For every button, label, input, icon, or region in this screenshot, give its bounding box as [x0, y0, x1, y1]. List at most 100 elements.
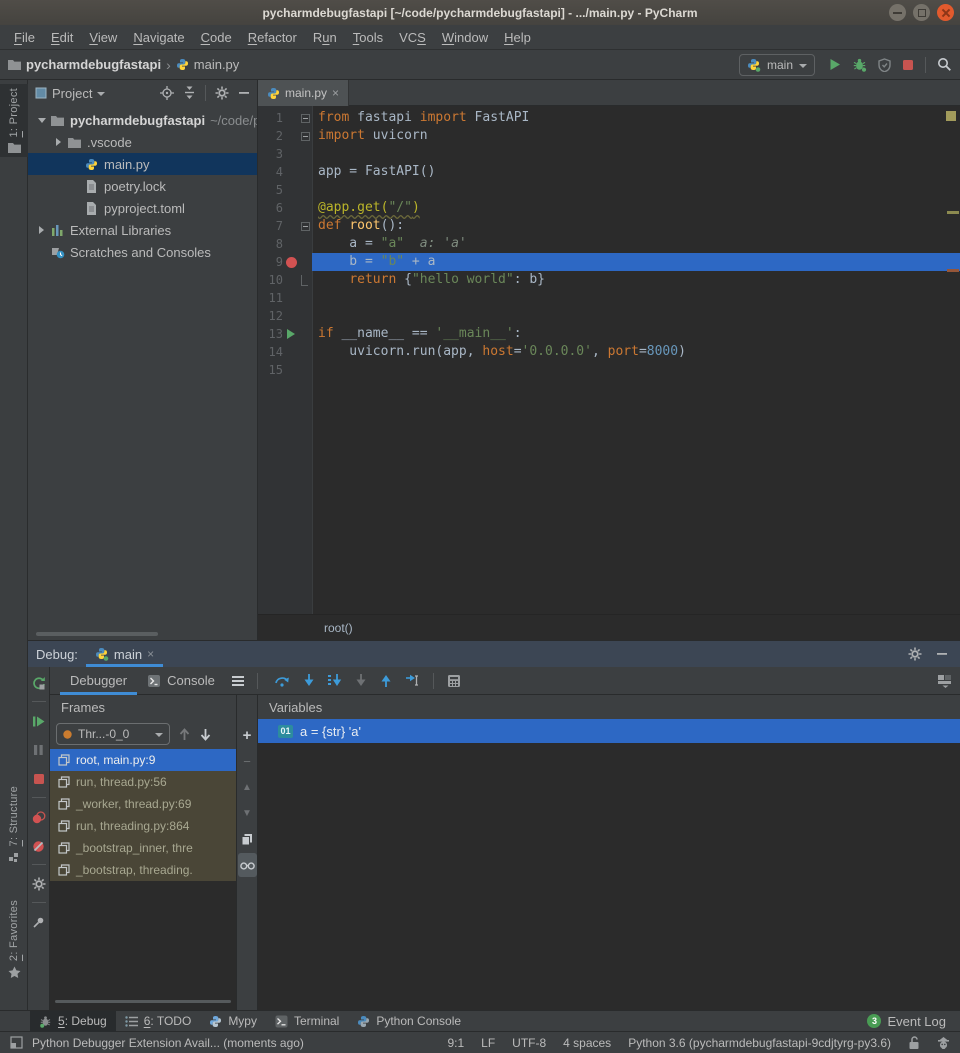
editor-gutter[interactable]: 13 — [258, 325, 312, 343]
hide-panel-button[interactable] — [238, 87, 250, 99]
editor-gutter[interactable]: 6 — [258, 199, 312, 217]
code-line-13[interactable]: 13if __name__ == '__main__': — [258, 325, 960, 343]
menu-item-vcs[interactable]: VCS — [391, 30, 434, 45]
menu-item-code[interactable]: Code — [193, 30, 240, 45]
tab-close-icon[interactable]: × — [147, 647, 154, 661]
tree-item-pycharmdebugfastapi[interactable]: pycharmdebugfastapi~/code/pycharmdebugfa… — [28, 109, 257, 131]
tree-item-external-libraries[interactable]: External Libraries — [28, 219, 257, 241]
code-line-9[interactable]: 9 b = "b" + a — [258, 253, 960, 271]
step-over-button[interactable] — [274, 674, 290, 687]
pin-tab-button[interactable] — [28, 911, 50, 933]
run-line-icon[interactable] — [287, 329, 295, 339]
remove-watch-button[interactable]: − — [238, 749, 257, 773]
debug-session-tab[interactable]: main × — [86, 641, 163, 667]
stripe-button-1-project[interactable]: 1: Project — [0, 84, 28, 157]
file-encoding[interactable]: UTF-8 — [512, 1036, 546, 1050]
line-separator[interactable]: LF — [481, 1036, 495, 1050]
code-line-14[interactable]: 14 uvicorn.run(app, host='0.0.0.0', port… — [258, 343, 960, 361]
code-line-3[interactable]: 3 — [258, 145, 960, 163]
previous-frame-button[interactable] — [178, 728, 191, 741]
code-line-1[interactable]: 1from fastapi import FastAPI — [258, 109, 960, 127]
inspections-profile-icon[interactable] — [937, 1036, 950, 1050]
tool-window-button-6-todo[interactable]: 6: TODO — [116, 1011, 201, 1032]
editor-gutter[interactable]: 15 — [258, 361, 312, 379]
variable-row[interactable]: 01a = {str} 'a' — [258, 719, 960, 743]
breadcrumb-file[interactable]: main.py — [194, 57, 240, 72]
frame-row-run-thread-py-56[interactable]: run, thread.py:56 — [50, 771, 236, 793]
editor-gutter[interactable]: 4 — [258, 163, 312, 181]
editor-gutter[interactable]: 2 — [258, 127, 312, 145]
scrollbar-typo-mark[interactable] — [947, 211, 959, 214]
run-to-cursor-button[interactable] — [405, 674, 420, 687]
debug-settings-button[interactable] — [28, 873, 50, 895]
tree-toggle-icon[interactable] — [34, 118, 49, 123]
tree-item-scratches-and-consoles[interactable]: Scratches and Consoles — [28, 241, 257, 263]
stop-button[interactable] — [28, 768, 50, 790]
code-line-10[interactable]: 10 return {"hello world": b} — [258, 271, 960, 289]
toggle-tool-windows-icon[interactable] — [10, 1036, 23, 1049]
indent-style[interactable]: 4 spaces — [563, 1036, 611, 1050]
code-line-6[interactable]: 6@app.get("/") — [258, 199, 960, 217]
move-watch-up-button[interactable]: ▲ — [238, 775, 257, 799]
menu-item-tools[interactable]: Tools — [345, 30, 391, 45]
rerun-button[interactable] — [28, 672, 50, 694]
frame-row-worker-thread-py-69[interactable]: _worker, thread.py:69 — [50, 793, 236, 815]
mute-breakpoints-button[interactable] — [28, 835, 50, 857]
menu-item-edit[interactable]: Edit — [43, 30, 81, 45]
evaluate-expression-button[interactable] — [447, 674, 461, 688]
code-line-12[interactable]: 12 — [258, 307, 960, 325]
frame-row-bootstrap-threading[interactable]: _bootstrap, threading. — [50, 859, 236, 881]
duplicate-watch-button[interactable] — [238, 827, 257, 851]
hide-panel-button[interactable] — [936, 648, 948, 660]
menu-item-view[interactable]: View — [81, 30, 125, 45]
pause-button[interactable] — [28, 739, 50, 761]
project-horizontal-scrollbar[interactable] — [28, 628, 257, 640]
scrollbar-breakpoint-mark[interactable] — [947, 269, 959, 272]
frame-row-run-threading-py-864[interactable]: run, threading.py:864 — [50, 815, 236, 837]
tool-window-button-python-console[interactable]: Python Console — [348, 1011, 470, 1032]
tree-item-main-py[interactable]: main.py — [28, 153, 257, 175]
stripe-button-7-structure[interactable]: 7: Structure — [0, 782, 28, 867]
code-line-4[interactable]: 4app = FastAPI() — [258, 163, 960, 181]
chevron-down-icon[interactable] — [97, 92, 105, 96]
menu-item-file[interactable]: File — [6, 30, 43, 45]
frame-row-bootstrap-inner-thre[interactable]: _bootstrap_inner, thre — [50, 837, 236, 859]
next-frame-button[interactable] — [199, 728, 212, 741]
menu-item-run[interactable]: Run — [305, 30, 345, 45]
breadcrumb-project[interactable]: pycharmdebugfastapi — [26, 57, 161, 72]
add-watch-button[interactable]: + — [238, 723, 257, 747]
editor-breadcrumb-item[interactable]: root() — [324, 621, 353, 635]
caret-position[interactable]: 9:1 — [447, 1036, 464, 1050]
step-into-button[interactable] — [303, 674, 315, 687]
gear-icon[interactable] — [215, 86, 229, 100]
editor-gutter[interactable]: 8 — [258, 235, 312, 253]
stop-button[interactable] — [902, 59, 914, 71]
tree-item-vscode[interactable]: .vscode — [28, 131, 257, 153]
inspection-status-icon[interactable] — [946, 111, 956, 121]
project-panel-title[interactable]: Project — [52, 86, 92, 101]
run-with-coverage-button[interactable] — [878, 58, 891, 72]
status-message[interactable]: Python Debugger Extension Avail... (mome… — [32, 1036, 304, 1050]
editor-gutter[interactable]: 7 — [258, 217, 312, 235]
editor-gutter[interactable]: 9 — [258, 253, 312, 271]
close-button[interactable] — [937, 4, 954, 21]
collapse-all-button[interactable] — [183, 86, 196, 100]
show-watches-button[interactable] — [238, 853, 257, 877]
code-line-11[interactable]: 11 — [258, 289, 960, 307]
tree-toggle-icon[interactable] — [51, 138, 66, 146]
code-line-8[interactable]: 8 a = "a" a: 'a' — [258, 235, 960, 253]
tool-window-button-terminal[interactable]: Terminal — [266, 1011, 348, 1032]
editor-gutter[interactable]: 10 — [258, 271, 312, 289]
breakpoint-icon[interactable] — [286, 257, 297, 268]
tree-item-pyproject-toml[interactable]: pyproject.toml — [28, 197, 257, 219]
force-step-into-button[interactable] — [355, 674, 367, 687]
tab-debugger[interactable]: Debugger — [66, 667, 131, 695]
tool-window-button-5-debug[interactable]: 5: Debug — [30, 1011, 116, 1032]
code-line-15[interactable]: 15 — [258, 361, 960, 379]
gear-icon[interactable] — [908, 647, 922, 661]
maximize-button[interactable] — [913, 4, 930, 21]
editor-gutter[interactable]: 1 — [258, 109, 312, 127]
code-editor[interactable]: 1from fastapi import FastAPI2import uvic… — [258, 106, 960, 614]
tab-main-py[interactable]: main.py × — [258, 80, 349, 106]
fold-icon[interactable] — [301, 132, 310, 141]
